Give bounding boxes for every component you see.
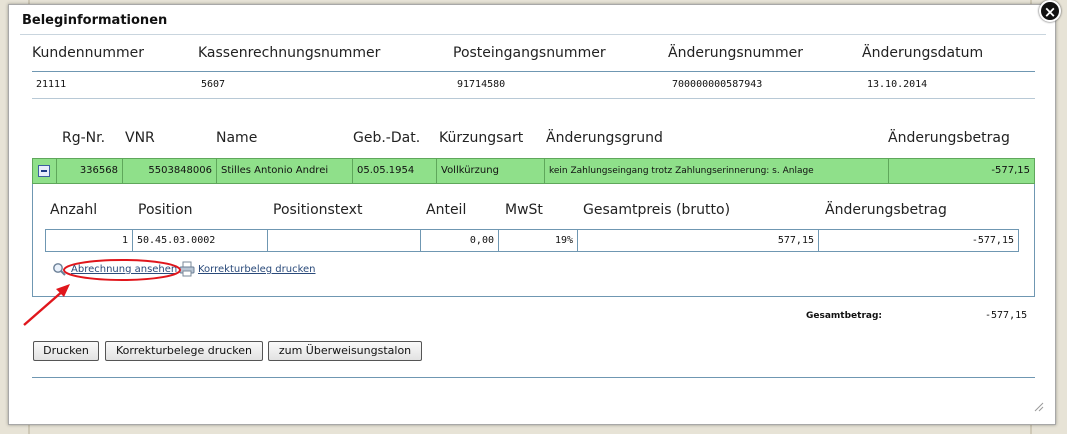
position-row: 1 50.45.03.0002 0,00 19% 577,15 -577,15: [45, 229, 1019, 252]
cell-anzahl: 1: [46, 230, 133, 251]
cell-vnr: 5503848006: [123, 159, 217, 183]
header-vnr: VNR: [125, 130, 155, 146]
cell-gesamtpreis: 577,15: [578, 230, 819, 251]
header-kuerzungsart: Kürzungsart: [439, 130, 524, 146]
print-corrections-button[interactable]: Korrekturbelege drucken: [105, 341, 263, 361]
cell-aenderungsgrund: kein Zahlungseingang trotz Zahlungserinn…: [545, 159, 889, 183]
cell-rg-nr: 336568: [57, 159, 123, 183]
cell-position: 50.45.03.0002: [133, 230, 268, 251]
red-arrow-annotation: [23, 259, 181, 326]
cell-anteil: 0,00: [421, 230, 499, 251]
header-geb-dat: Geb.-Dat.: [353, 130, 421, 146]
summary-divider: [32, 71, 1035, 72]
header-mwst: MwSt: [505, 202, 543, 218]
value-kassenrechnungsnummer: 5607: [201, 79, 226, 90]
header-anteil: Anteil: [426, 202, 467, 218]
total-value: -577,15: [985, 310, 1028, 321]
cell-mwst: 19%: [499, 230, 578, 251]
header-kundennummer: Kundennummer: [32, 45, 144, 61]
summary-bottom-divider: [32, 98, 1035, 99]
minus-icon[interactable]: [38, 165, 50, 177]
transfer-slip-button[interactable]: zum Überweisungstalon: [268, 341, 422, 361]
title-divider: [20, 34, 1046, 35]
header-aenderungsdatum: Änderungsdatum: [862, 45, 984, 61]
cell-geb-dat: 05.05.1954: [353, 159, 437, 183]
print-correction-link[interactable]: Korrekturbeleg drucken: [198, 264, 316, 275]
cell-name: Stilles Antonio Andrei: [217, 159, 353, 183]
total-label: Gesamtbetrag:: [806, 311, 883, 321]
close-icon[interactable]: ×: [1039, 0, 1061, 22]
footer-divider: [32, 377, 1035, 378]
header-anzahl: Anzahl: [50, 202, 98, 218]
header-rg-nr: Rg-Nr.: [62, 130, 106, 146]
cell-kuerzungsart: Vollkürzung: [437, 159, 545, 183]
invoice-row[interactable]: 336568 5503848006 Stilles Antonio Andrei…: [32, 158, 1035, 184]
collapse-cell: [33, 159, 57, 183]
cell-pos-aenderungsbetrag: -577,15: [971, 235, 1014, 246]
header-aenderungsgrund: Änderungsgrund: [546, 130, 663, 146]
value-kundennummer: 21111: [36, 79, 67, 90]
cell-aenderungsbetrag: -577,15: [991, 165, 1030, 176]
resize-grip-icon[interactable]: [1034, 402, 1044, 412]
dialog-title: Beleginformationen: [22, 13, 168, 28]
header-position: Position: [138, 202, 193, 218]
header-aenderungsbetrag: Änderungsbetrag: [888, 130, 1010, 146]
value-aenderungsnummer: 700000000587943: [672, 79, 763, 90]
header-posteingangsnummer: Posteingangsnummer: [453, 45, 606, 61]
header-gesamtpreis: Gesamtpreis (brutto): [583, 202, 731, 218]
value-posteingangsnummer: 91714580: [457, 79, 506, 90]
header-name: Name: [216, 130, 258, 146]
cell-positionstext: [268, 230, 421, 251]
header-pos-aenderungsbetrag: Änderungsbetrag: [825, 202, 947, 218]
value-aenderungsdatum: 13.10.2014: [867, 79, 928, 90]
header-aenderungsnummer: Änderungsnummer: [668, 45, 804, 61]
print-button[interactable]: Drucken: [33, 341, 99, 361]
header-positionstext: Positionstext: [273, 202, 363, 218]
header-kassenrechnungsnummer: Kassenrechnungsnummer: [198, 45, 381, 61]
